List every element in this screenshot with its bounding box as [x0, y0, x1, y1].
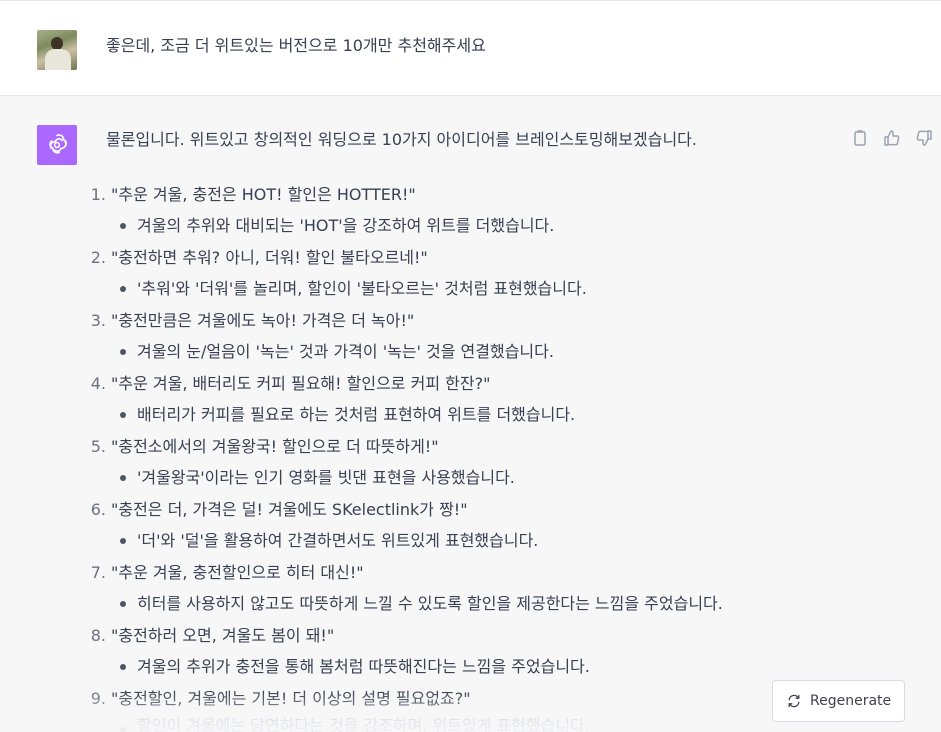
refresh-icon	[788, 694, 800, 708]
item-title: "추운 겨울, 충전할인으로 히터 대신!"	[111, 563, 364, 582]
bullet-icon	[120, 223, 126, 229]
item-title: "충전만큼은 겨울에도 녹아! 가격은 더 녹아!"	[111, 311, 415, 330]
bullet-icon	[120, 727, 126, 732]
item-note: '더'와 '덜'을 활용하여 간결하면서도 위트있게 표현했습니다.	[137, 531, 539, 550]
item-number: 2.	[90, 248, 106, 267]
item-title: "충전은 더, 가격은 덜! 겨울에도 SKelectlink가 짱!"	[111, 500, 468, 519]
thumbs-up-icon[interactable]	[882, 128, 902, 148]
bullet-icon	[120, 601, 126, 607]
item-note: 겨울의 추위와 대비되는 'HOT'을 강조하여 위트를 더했습니다.	[137, 216, 555, 235]
item-note: 겨울의 추위가 충전을 통해 봄처럼 따뜻해진다는 느낌을 주었습니다.	[137, 657, 590, 676]
item-title: "충전소에서의 겨울왕국! 할인으로 더 따뜻하게!"	[111, 437, 439, 456]
clipboard-icon[interactable]	[850, 128, 870, 148]
item-number: 6.	[90, 500, 106, 519]
chat-page: 좋은데, 조금 더 위트있는 버전으로 10개만 추천해주세요 물론입니다. 위…	[0, 0, 941, 732]
assistant-intro-text: 물론입니다. 위트있고 창의적인 워딩으로 10가지 아이디어를 브레인스토밍해…	[106, 130, 697, 149]
bullet-icon	[120, 475, 126, 481]
item-number: 3.	[90, 311, 106, 330]
bullet-icon	[120, 349, 126, 355]
regenerate-label: Regenerate	[810, 693, 892, 709]
thumbs-down-icon[interactable]	[914, 128, 934, 148]
item-title: "충전하면 추워? 아니, 더워! 할인 불타오르네!"	[111, 248, 428, 267]
chatgpt-logo-icon	[37, 125, 77, 165]
item-note: '추워'와 '더워'를 놀리며, 할인이 '불타오르는' 것처럼 표현했습니다.	[137, 279, 587, 298]
item-note: 할인이 겨울에는 당연하다는 것을 강조하며, 위트있게 표현했습니다.	[137, 716, 590, 732]
item-title: "추운 겨울, 충전은 HOT! 할인은 HOTTER!"	[111, 185, 416, 204]
user-message-text: 좋은데, 조금 더 위트있는 버전으로 10개만 추천해주세요	[106, 36, 486, 55]
item-title: "충전할인, 겨울에는 기본! 더 이상의 설명 필요없죠?"	[111, 689, 471, 708]
user-message-row: 좋은데, 조금 더 위트있는 버전으로 10개만 추천해주세요	[0, 0, 941, 96]
item-number: 9.	[90, 689, 106, 708]
bullet-icon	[120, 412, 126, 418]
bullet-icon	[120, 286, 126, 292]
item-number: 1.	[90, 185, 106, 204]
user-avatar	[37, 30, 77, 70]
item-note: 히터를 사용하지 않고도 따뜻하게 느낄 수 있도록 할인을 제공한다는 느낌을…	[137, 594, 723, 613]
item-number: 8.	[90, 626, 106, 645]
item-number: 4.	[90, 374, 106, 393]
item-number: 5.	[90, 437, 106, 456]
item-note: 배터리가 커피를 필요로 하는 것처럼 표현하여 위트를 더했습니다.	[137, 405, 576, 424]
item-title: "추운 겨울, 배터리도 커피 필요해! 할인으로 커피 한잔?"	[111, 374, 491, 393]
bullet-icon	[120, 538, 126, 544]
item-number: 7.	[90, 563, 106, 582]
regenerate-button[interactable]: Regenerate	[772, 680, 905, 722]
item-title: "충전하러 오면, 겨울도 봄이 돼!"	[111, 626, 335, 645]
item-note: 겨울의 눈/얼음이 '녹는' 것과 가격이 '녹는' 것을 연결했습니다.	[137, 342, 554, 361]
item-note: '겨울왕국'이라는 인기 영화를 빗댄 표현을 사용했습니다.	[137, 468, 515, 487]
bullet-icon	[120, 664, 126, 670]
